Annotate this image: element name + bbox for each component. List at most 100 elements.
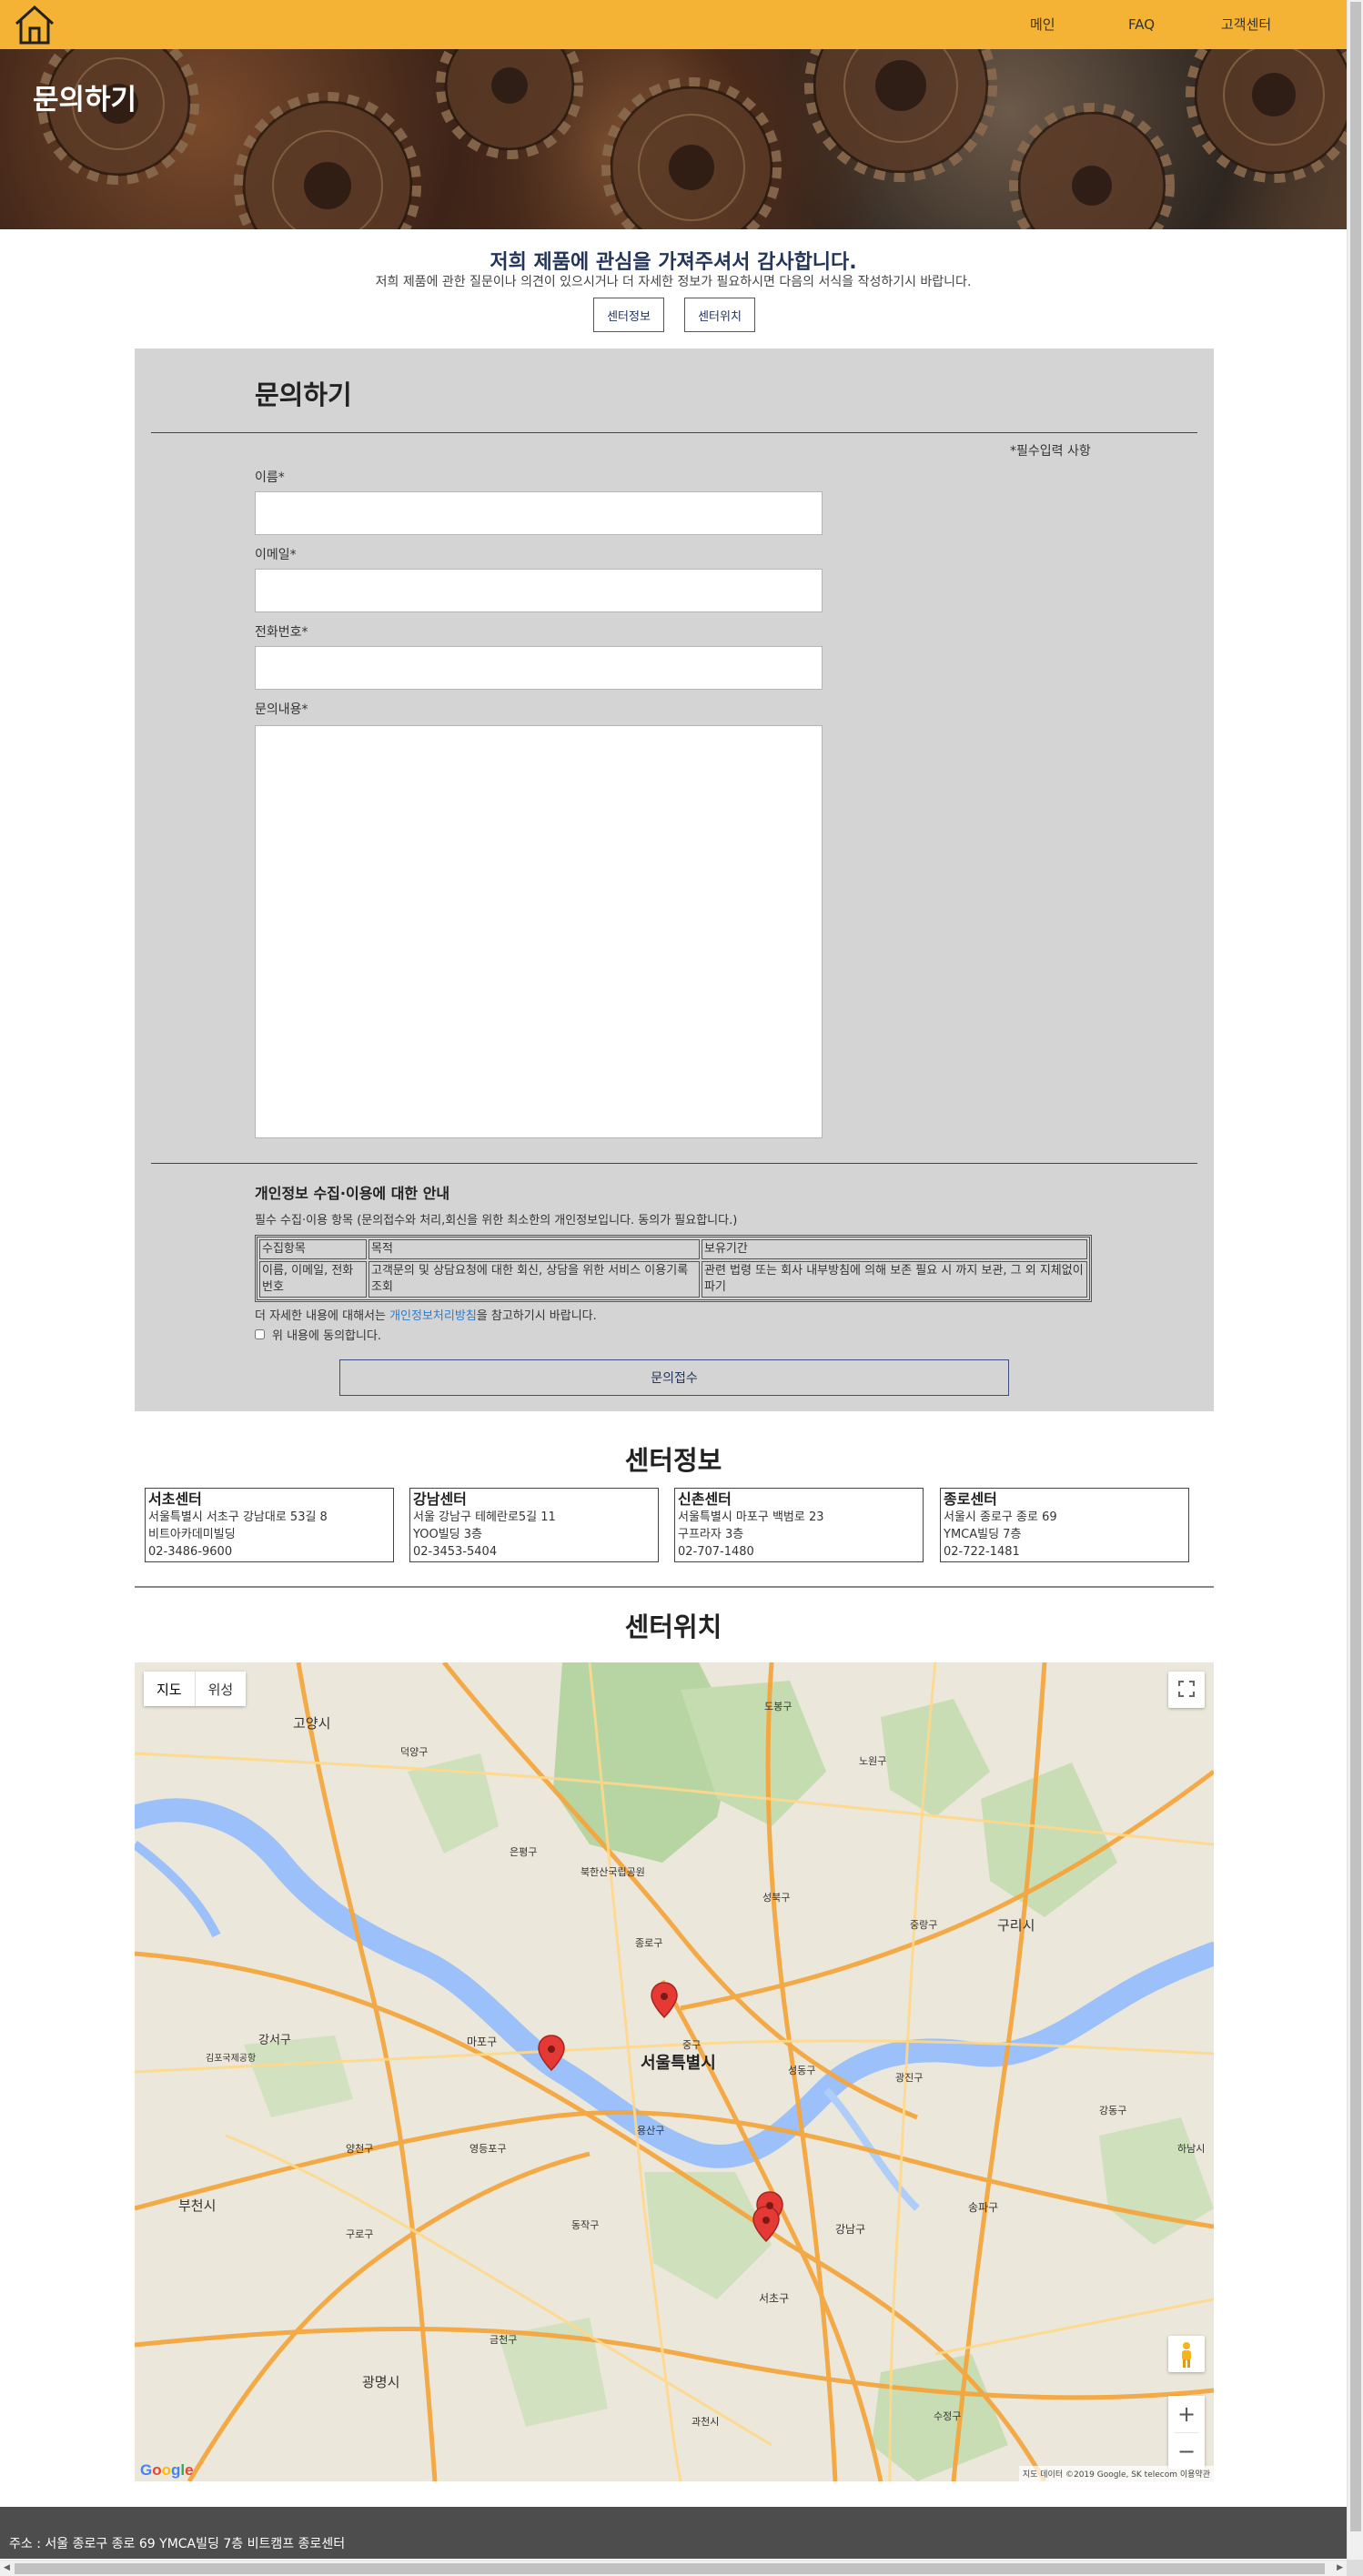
center-name: 신촌센터 bbox=[678, 1490, 732, 1508]
map-type-satellite-button[interactable]: 위성 bbox=[195, 1672, 247, 1706]
vertical-scrollbar[interactable] bbox=[1347, 0, 1363, 2560]
map-label-yangcheon: 양천구 bbox=[346, 2143, 374, 2155]
center-location-button[interactable]: 센터위치 bbox=[684, 298, 755, 332]
zoom-out-button[interactable]: − bbox=[1168, 2433, 1205, 2470]
center-phone: 02-3453-5404 bbox=[413, 1545, 498, 1559]
map-label-guri: 구리시 bbox=[997, 1917, 1035, 1934]
scrollbar-corner bbox=[1347, 2560, 1363, 2576]
center-name: 강남센터 bbox=[413, 1490, 467, 1508]
name-label: 이름* bbox=[255, 470, 285, 485]
center-building: 구프라자 3층 bbox=[678, 1528, 744, 1541]
privacy-table: 수집항목 목적 보유기간 이름, 이메일, 전화번호 고객문의 및 상담요청에 … bbox=[255, 1235, 1092, 1302]
message-textarea[interactable] bbox=[255, 725, 823, 1138]
map-label-songpa: 송파구 bbox=[968, 2201, 999, 2214]
table-row: 이름, 이메일, 전화번호 고객문의 및 상담요청에 대한 회신, 상담을 위한… bbox=[259, 1261, 1087, 1298]
horizontal-scrollbar-thumb[interactable] bbox=[15, 2563, 1325, 2574]
center-address: 서울특별시 서초구 강남대로 53길 8 bbox=[148, 1510, 328, 1524]
center-info-button[interactable]: 센터정보 bbox=[593, 298, 664, 332]
center-phone: 02-707-1480 bbox=[678, 1545, 754, 1559]
map-label-jongno: 종로구 bbox=[635, 1937, 663, 1949]
map-attribution[interactable]: 지도 데이터 ©2019 Google, SK telecom 이용약관 bbox=[1018, 2466, 1214, 2481]
map-label-seongdong: 성동구 bbox=[788, 2065, 816, 2076]
privacy-description: 필수 수집·이용 항목 (문의접수와 처리,회신을 위한 최소한의 개인정보입니… bbox=[255, 1214, 738, 1227]
map-type-map-button[interactable]: 지도 bbox=[144, 1672, 195, 1706]
map-label-seongbuk: 성북구 bbox=[762, 1892, 791, 1904]
privacy-title: 개인정보 수집·이용에 대한 안내 bbox=[255, 1185, 450, 1202]
street-view-pegman-icon[interactable] bbox=[1168, 2336, 1205, 2372]
inquiry-form-panel: 문의하기 *필수입력 사항 이름* 이메일* 전화번호* 문의내용* 개인정보 … bbox=[135, 349, 1214, 1411]
table-header-cell: 수집항목 bbox=[259, 1239, 367, 1259]
privacy-policy-link[interactable]: 개인정보처리방침 bbox=[389, 1309, 477, 1323]
center-phone: 02-3486-9600 bbox=[148, 1545, 233, 1559]
top-navigation-bar: 메인 FAQ 고객센터 bbox=[0, 0, 1347, 49]
agree-checkbox[interactable] bbox=[255, 1329, 265, 1339]
zoom-in-button[interactable]: + bbox=[1168, 2396, 1205, 2432]
center-info-title: 센터정보 bbox=[624, 1445, 722, 1476]
banner-title: 문의하기 bbox=[33, 84, 137, 116]
table-cell: 관련 법령 또는 회사 내부방침에 의해 보존 필요 시 까지 보관, 그 외 … bbox=[702, 1261, 1087, 1298]
divider bbox=[135, 1586, 1214, 1588]
intro-subtitle: 저희 제품에 관한 질문이나 의견이 있으시거나 더 자세한 정보가 필요하시면… bbox=[375, 275, 972, 289]
home-icon[interactable] bbox=[13, 4, 56, 45]
gears-illustration bbox=[37, 49, 1347, 229]
center-building: YMCA빌딩 7층 bbox=[944, 1528, 1022, 1541]
map-label-gwangjin: 광진구 bbox=[895, 2072, 924, 2084]
map-view[interactable]: 고양시 덕양구 북한산국립공원 은평구 도봉구 노원구 종로구 성북구 중랑구 … bbox=[135, 1662, 1214, 2481]
map-label-goyang: 고양시 bbox=[293, 1715, 331, 1732]
map-label-gangseo: 강서구 bbox=[258, 2034, 291, 2047]
gears-banner: 문의하기 bbox=[0, 49, 1347, 229]
nav-item-main[interactable]: 메인 bbox=[1030, 0, 1055, 49]
center-building: 비트아카데미빌딩 bbox=[148, 1528, 236, 1541]
map-label-gimpo-airport: 김포국제공항 bbox=[206, 2054, 257, 2064]
map-label-gangnam: 강남구 bbox=[835, 2223, 866, 2236]
center-building: YOO빌딩 3층 bbox=[413, 1528, 482, 1541]
horizontal-scrollbar[interactable]: ◀ ▶ bbox=[0, 2560, 1347, 2576]
vertical-scrollbar-thumb[interactable] bbox=[1350, 2, 1361, 2531]
privacy-more-prefix: 더 자세한 내용에 대해서는 bbox=[255, 1309, 390, 1323]
name-field[interactable] bbox=[255, 491, 823, 535]
email-field[interactable] bbox=[255, 569, 823, 612]
zoom-control: + − bbox=[1168, 2396, 1205, 2470]
scroll-right-icon[interactable]: ▶ bbox=[1337, 2564, 1343, 2572]
submit-button[interactable]: 문의접수 bbox=[339, 1359, 1009, 1396]
nav-item-faq[interactable]: FAQ bbox=[1128, 0, 1155, 49]
nav-item-customer-center[interactable]: 고객센터 bbox=[1221, 0, 1271, 49]
center-name: 종로센터 bbox=[944, 1490, 997, 1508]
message-label: 문의내용* bbox=[255, 702, 308, 717]
map-label-bukhansan: 북한산국립공원 bbox=[581, 1866, 645, 1878]
map-label-yongsan: 용산구 bbox=[637, 2125, 665, 2137]
privacy-more-text: 더 자세한 내용에 대해서는 개인정보처리방침을 참고하기시 바랍니다. bbox=[255, 1306, 597, 1323]
scroll-left-icon[interactable]: ◀ bbox=[4, 2564, 10, 2572]
center-address: 서울특별시 마포구 백범로 23 bbox=[678, 1510, 824, 1524]
center-card-seocho: 서초센터 서울특별시 서초구 강남대로 53길 8 비트아카데미빌딩 02-34… bbox=[145, 1488, 394, 1562]
agree-row: 위 내용에 동의합니다. bbox=[255, 1326, 381, 1343]
center-name: 서초센터 bbox=[148, 1490, 202, 1508]
map-label-yeongdeungpo: 영등포구 bbox=[469, 2143, 507, 2155]
center-address: 서울 강남구 테헤란로5길 11 bbox=[413, 1510, 556, 1524]
map-label-nowon: 노원구 bbox=[859, 1755, 887, 1767]
required-note: *필수입력 사항 bbox=[1010, 444, 1091, 459]
map-label-sujeong: 수정구 bbox=[934, 2410, 962, 2422]
divider bbox=[151, 432, 1197, 433]
intro-title: 저희 제품에 관심을 가져주셔서 감사합니다. bbox=[490, 251, 857, 274]
map-label-seoul: 서울특별시 bbox=[641, 2054, 716, 2073]
divider bbox=[151, 1163, 1197, 1164]
phone-field[interactable] bbox=[255, 646, 823, 690]
center-card-gangnam: 강남센터 서울 강남구 테헤란로5길 11 YOO빌딩 3층 02-3453-5… bbox=[409, 1488, 659, 1562]
map-label-bucheon: 부천시 bbox=[178, 2197, 217, 2214]
map-label-hanam: 하남시 bbox=[1177, 2143, 1206, 2155]
map-label-mapo: 마포구 bbox=[467, 2036, 498, 2048]
map-label-dobong: 도봉구 bbox=[764, 1701, 793, 1712]
map-label-eunpyeong: 은평구 bbox=[510, 1846, 538, 1858]
email-label: 이메일* bbox=[255, 548, 297, 562]
center-card-jongno: 종로센터 서울시 종로구 종로 69 YMCA빌딩 7층 02-722-1481 bbox=[940, 1488, 1189, 1562]
map-label-dongjak: 동작구 bbox=[571, 2219, 600, 2231]
form-title: 문의하기 bbox=[255, 379, 352, 410]
map-label-gwacheon: 과천시 bbox=[692, 2416, 720, 2428]
google-logo: Google bbox=[140, 2461, 194, 2479]
footer: 주소 : 서울 종로구 종로 69 YMCA빌딩 7층 비트캠프 종로센터 bbox=[0, 2507, 1347, 2559]
agree-label: 위 내용에 동의합니다. bbox=[272, 1329, 382, 1343]
center-phone: 02-722-1481 bbox=[944, 1545, 1020, 1559]
fullscreen-icon[interactable] bbox=[1168, 1672, 1205, 1708]
map-label-gwangmyeong: 광명시 bbox=[362, 2374, 400, 2390]
